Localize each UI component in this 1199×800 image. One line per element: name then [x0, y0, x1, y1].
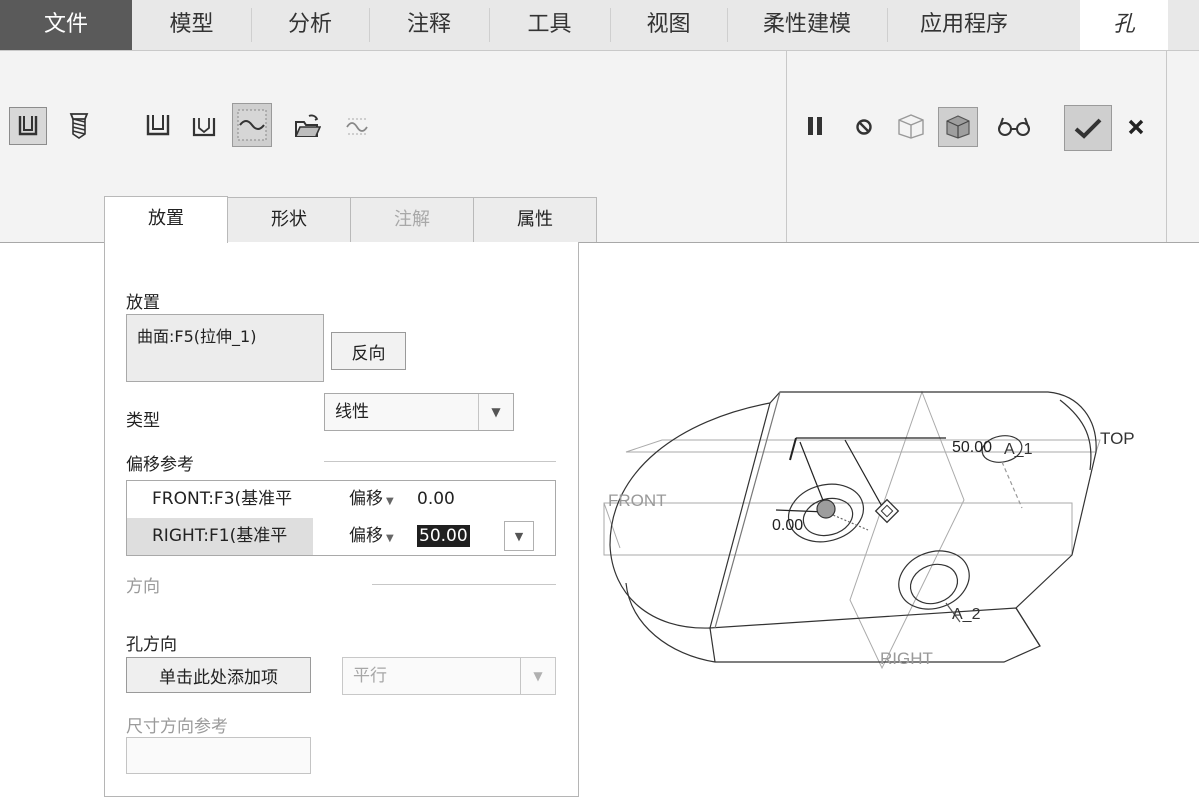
- datum-label-front[interactable]: FRONT: [608, 491, 667, 510]
- dim-ref-label: 尺寸方向参考: [126, 717, 228, 737]
- pause-icon[interactable]: [800, 111, 830, 141]
- ref-type-select[interactable]: 偏移 ▼: [349, 518, 394, 557]
- flip-button[interactable]: 反向: [331, 332, 406, 370]
- no-preview-icon[interactable]: [850, 113, 878, 141]
- verify-mode-icon[interactable]: [938, 107, 978, 147]
- axis-label-a1[interactable]: A_1: [1004, 441, 1033, 458]
- hole-direction-label: 孔方向: [126, 635, 177, 655]
- tab-hole[interactable]: 孔: [1080, 0, 1168, 50]
- tab-annotate[interactable]: 注释: [369, 0, 489, 50]
- placement-collector[interactable]: 曲面:F5(拉伸_1): [126, 314, 324, 382]
- type-select-value: 线性: [335, 402, 369, 422]
- axis-label-a2[interactable]: A_2: [952, 606, 981, 623]
- tab-placement[interactable]: 放置: [104, 196, 228, 243]
- offset-refs-table: FRONT:F3(基准平 偏移 ▼ 0.00 RIGHT:F1(基准平 偏移 ▼ 5…: [126, 480, 556, 556]
- direction-label: 方向: [126, 577, 160, 597]
- placement-label: 放置: [126, 293, 160, 313]
- type-select[interactable]: 线性 ▼: [324, 393, 514, 431]
- tab-tools[interactable]: 工具: [489, 0, 610, 50]
- chevron-down-icon: ▼: [478, 394, 513, 430]
- tab-note[interactable]: 注解: [350, 197, 474, 242]
- add-item-button[interactable]: 单击此处添加项: [126, 657, 311, 693]
- direction-type-select: 平行 ▼: [342, 657, 556, 695]
- datum-label-top[interactable]: TOP: [1100, 429, 1135, 448]
- glasses-icon[interactable]: [994, 111, 1034, 141]
- sketcher-icon[interactable]: [342, 111, 372, 141]
- chevron-down-icon[interactable]: ▼: [504, 521, 534, 551]
- dim-ref-collector: [126, 737, 311, 774]
- tab-applications[interactable]: 应用程序: [887, 0, 1041, 50]
- check-icon[interactable]: [1064, 105, 1112, 151]
- tab-shape[interactable]: 形状: [227, 197, 351, 242]
- table-row[interactable]: RIGHT:F1(基准平 偏移 ▼ 50.00 ▼: [127, 518, 555, 555]
- standard-profile-icon[interactable]: [186, 107, 222, 143]
- type-label: 类型: [126, 411, 160, 431]
- ribbon-divider: [1166, 51, 1167, 242]
- triangle-down-icon: ▼: [386, 496, 394, 507]
- offset-refs-label: 偏移参考: [126, 455, 194, 475]
- dimension-offset-front[interactable]: 0.00: [772, 517, 803, 534]
- open-folder-icon[interactable]: [290, 109, 324, 143]
- simple-profile-icon[interactable]: [140, 107, 176, 143]
- placement-ref-value: 曲面:F5(拉伸_1): [137, 327, 257, 346]
- dimension-offset-right[interactable]: 50.00: [952, 439, 992, 456]
- tab-model[interactable]: 模型: [132, 0, 251, 50]
- tab-properties[interactable]: 属性: [473, 197, 597, 242]
- ref-offset-input[interactable]: 50.00: [417, 518, 470, 555]
- ribbon-divider: [786, 51, 787, 242]
- direction-type-value: 平行: [353, 666, 387, 686]
- section-divider: [324, 461, 556, 462]
- table-row[interactable]: FRONT:F3(基准平 偏移 ▼ 0.00: [127, 481, 555, 518]
- tab-analysis[interactable]: 分析: [251, 0, 369, 50]
- menu-bar: 文件 模型 分析 注释 工具 视图 柔性建模 应用程序 孔: [0, 0, 1199, 51]
- cancel-icon[interactable]: [1122, 113, 1150, 141]
- hole-standard-icon[interactable]: [62, 107, 96, 143]
- tab-flexible-modeling[interactable]: 柔性建模: [727, 0, 887, 50]
- ref-name[interactable]: FRONT:F3(基准平: [127, 481, 313, 518]
- section-divider: [372, 584, 556, 585]
- tab-view[interactable]: 视图: [610, 0, 727, 50]
- preview-geometry-icon[interactable]: [893, 109, 929, 143]
- graphics-viewport[interactable]: TOP FRONT RIGHT A_1 A_2 50.00 0.00: [578, 243, 1199, 800]
- tab-file[interactable]: 文件: [0, 0, 132, 50]
- ref-offset-value[interactable]: 0.00: [417, 481, 455, 518]
- datum-label-right[interactable]: RIGHT: [880, 649, 933, 668]
- sketch-profile-icon[interactable]: [232, 103, 272, 147]
- ref-type-select[interactable]: 偏移 ▼: [349, 481, 394, 520]
- triangle-down-icon: ▼: [386, 533, 394, 544]
- hole-straight-icon[interactable]: [9, 107, 47, 145]
- chevron-down-icon: ▼: [520, 658, 555, 694]
- ref-name[interactable]: RIGHT:F1(基准平: [127, 518, 313, 555]
